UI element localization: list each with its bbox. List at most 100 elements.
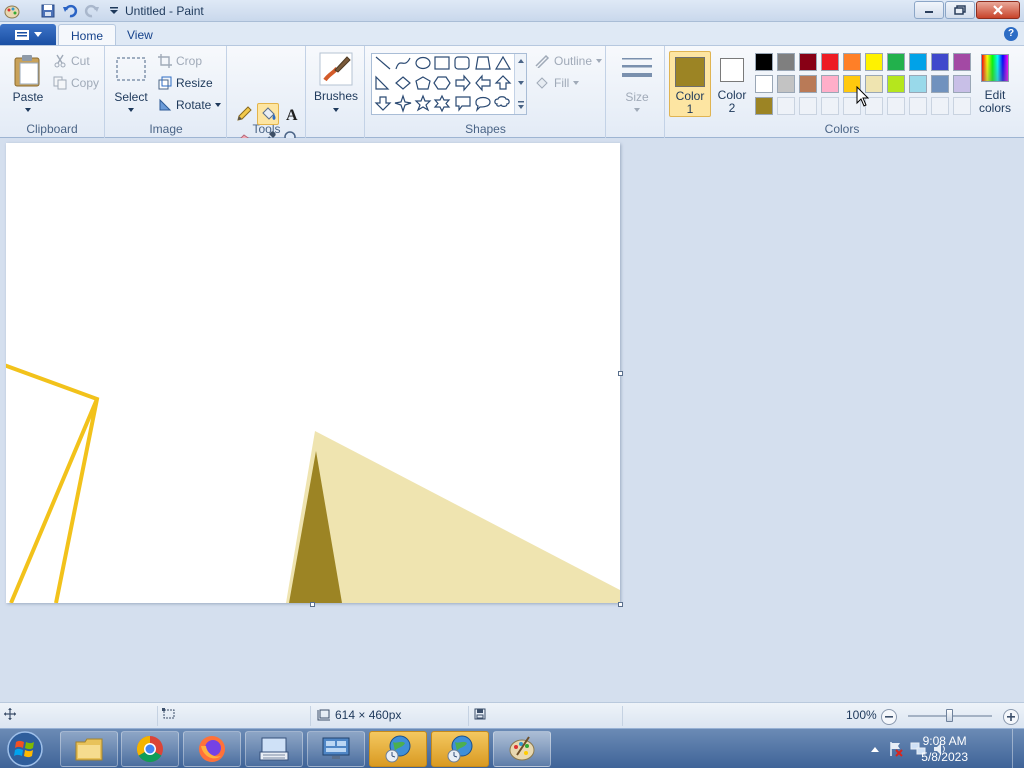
palette-swatch-empty[interactable] [885, 95, 907, 117]
palette-swatch-empty[interactable] [951, 95, 973, 117]
palette-swatch[interactable] [819, 51, 841, 73]
swatch-color [953, 75, 971, 93]
text-tool-icon[interactable]: A [281, 103, 303, 125]
taskbar-network-globe-2[interactable] [431, 731, 489, 767]
select-rectangle-icon [116, 57, 146, 81]
palette-swatch-empty[interactable] [775, 95, 797, 117]
palette-swatch[interactable] [929, 51, 951, 73]
crop-button[interactable]: Crop [158, 54, 202, 68]
palette-swatch[interactable] [863, 51, 885, 73]
chevron-down-icon [128, 108, 134, 112]
scroll-down-icon[interactable] [515, 76, 527, 90]
rotate-button[interactable]: Rotate [158, 98, 222, 112]
paste-button[interactable]: Paste [8, 52, 48, 114]
palette-swatch[interactable] [929, 73, 951, 95]
scroll-up-icon[interactable] [515, 54, 527, 68]
palette-swatch[interactable] [951, 73, 973, 95]
color1-button[interactable]: Color 1 [669, 51, 711, 117]
palette-swatch-empty[interactable] [907, 95, 929, 117]
restore-button[interactable] [945, 1, 975, 19]
palette-swatch-empty[interactable] [797, 95, 819, 117]
shapes-group-label: Shapes [465, 122, 506, 136]
zoom-out-button[interactable] [881, 709, 897, 725]
paste-label: Paste [12, 90, 44, 104]
undo-icon[interactable] [60, 2, 80, 20]
select-label: Select [114, 90, 148, 104]
palette-swatch[interactable] [775, 73, 797, 95]
edit-colors-button[interactable]: Edit colors [975, 51, 1015, 117]
customize-qat-chevron-icon[interactable] [104, 2, 124, 20]
taskbar-firefox[interactable] [183, 731, 241, 767]
palette-swatch[interactable] [753, 95, 775, 117]
resize-icon [158, 76, 172, 90]
palette-swatch[interactable] [753, 51, 775, 73]
taskbar-explorer[interactable] [60, 731, 118, 767]
minimize-button[interactable] [914, 1, 944, 19]
paint-app-icon[interactable] [2, 2, 22, 20]
start-button[interactable] [3, 730, 47, 768]
drawing-canvas[interactable] [6, 143, 620, 603]
brushes-button[interactable]: Brushes [313, 52, 359, 118]
clock-time: 9:08 AM [922, 734, 967, 748]
shapes-scrollbar[interactable] [514, 54, 526, 114]
ribbon-tab-row: Home View ? [0, 22, 1024, 46]
palette-swatch[interactable] [907, 51, 929, 73]
cursor-position [4, 708, 16, 720]
canvas-resize-handle-bottom[interactable] [310, 602, 315, 607]
swatch-color [887, 75, 905, 93]
taskbar-clock[interactable]: 9:08 AM 5/8/2023 [921, 733, 968, 765]
palette-swatch[interactable] [907, 73, 929, 95]
taskbar-paint[interactable] [493, 731, 551, 767]
show-desktop-button[interactable] [1012, 729, 1024, 768]
zoom-slider[interactable] [908, 709, 992, 722]
swatch-color [931, 97, 949, 115]
title-bar: Untitled - Paint [0, 0, 1024, 22]
canvas-resize-handle-corner[interactable] [618, 602, 623, 607]
zoom-in-button[interactable] [1003, 709, 1019, 725]
palette-swatch[interactable] [885, 73, 907, 95]
palette-swatch[interactable] [797, 51, 819, 73]
palette-swatch[interactable] [797, 73, 819, 95]
mouse-cursor-icon [856, 86, 870, 107]
tab-view[interactable]: View [115, 24, 165, 46]
outline-button[interactable]: Outline [534, 54, 603, 68]
taskbar-onscreen-keyboard[interactable] [245, 731, 303, 767]
palette-swatch[interactable] [753, 73, 775, 95]
clock-date: 5/8/2023 [921, 750, 968, 764]
fill-icon [536, 77, 548, 89]
redo-icon[interactable] [82, 2, 102, 20]
zoom-slider-thumb[interactable] [946, 709, 953, 722]
show-hidden-icons-icon[interactable] [870, 745, 880, 753]
select-button[interactable]: Select [112, 52, 150, 114]
palette-swatch-empty[interactable] [819, 95, 841, 117]
globe-icon [447, 735, 473, 763]
palette-swatch-empty[interactable] [929, 95, 951, 117]
close-button[interactable] [976, 1, 1020, 19]
taskbar-network-globe-1[interactable] [369, 731, 427, 767]
diamond-shape-icon [395, 76, 411, 90]
minus-icon [885, 716, 893, 718]
action-center-flag-icon[interactable] [888, 741, 904, 757]
copy-button[interactable]: Copy [53, 76, 99, 90]
gallery-expand-icon[interactable] [515, 98, 527, 112]
palette-swatch[interactable] [841, 51, 863, 73]
swatch-color [821, 75, 839, 93]
taskbar-remote-desktop[interactable] [307, 731, 365, 767]
color2-button[interactable]: Color 2 [714, 51, 750, 117]
resize-button[interactable]: Resize [158, 76, 213, 90]
palette-swatch[interactable] [775, 51, 797, 73]
fill-button[interactable]: Fill [534, 76, 580, 90]
save-icon[interactable] [38, 2, 58, 20]
pencil-icon[interactable] [233, 103, 255, 125]
taskbar-chrome[interactable] [121, 731, 179, 767]
palette-swatch[interactable] [819, 73, 841, 95]
palette-swatch[interactable] [951, 51, 973, 73]
size-button[interactable]: Size [617, 52, 657, 118]
paint-menu-button[interactable] [0, 24, 56, 45]
palette-swatch[interactable] [885, 51, 907, 73]
help-icon[interactable]: ? [1004, 27, 1018, 41]
cut-button[interactable]: Cut [53, 54, 90, 68]
tab-home[interactable]: Home [58, 24, 117, 46]
fill-bucket-icon[interactable] [257, 103, 279, 125]
canvas-resize-handle-right[interactable] [618, 371, 623, 376]
